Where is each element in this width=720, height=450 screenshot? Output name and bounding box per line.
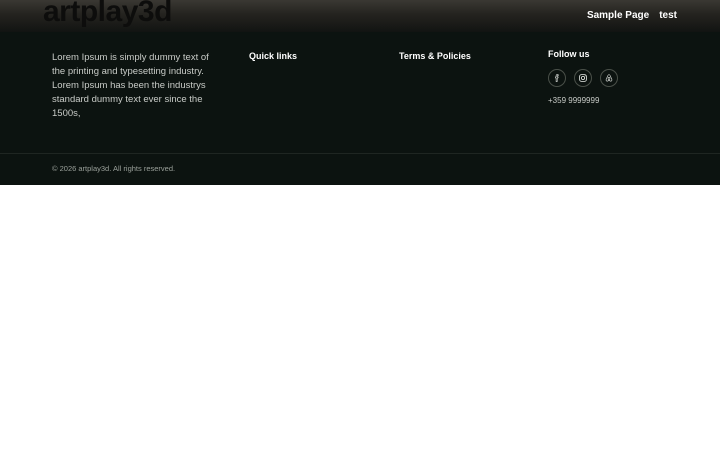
terms-policies-heading: Terms & Policies <box>399 51 471 61</box>
footer-about-text: Lorem Ipsum is simply dummy text of the … <box>52 52 209 119</box>
footer-follow-column: Follow us +359 9999999 <box>548 48 618 106</box>
footer-terms-column: Terms & Policies <box>399 50 471 62</box>
instagram-icon <box>579 74 587 82</box>
site-logo[interactable]: artplay3d <box>43 0 172 28</box>
quick-links-heading: Quick links <box>249 51 298 61</box>
instagram-link[interactable] <box>574 69 592 87</box>
footer-divider <box>0 153 720 154</box>
nav-link-test[interactable]: test <box>659 9 677 23</box>
facebook-link[interactable] <box>548 69 566 87</box>
social-links <box>548 69 618 87</box>
main-nav: Sample Page test <box>587 9 677 23</box>
airbnb-link[interactable] <box>600 69 618 87</box>
follow-us-heading: Follow us <box>548 49 590 59</box>
site-header: artplay3d Sample Page test <box>0 0 720 32</box>
footer-copyright: © 2026 artplay3d. All rights reserved. <box>52 164 176 173</box>
footer-quick-links-column: Quick links <box>249 50 297 62</box>
facebook-icon <box>555 74 559 82</box>
nav-link-sample-page[interactable]: Sample Page <box>587 9 649 23</box>
site-footer: Lorem Ipsum is simply dummy text of the … <box>0 32 720 185</box>
airbnb-icon <box>605 74 613 82</box>
page: artplay3d Sample Page test Lorem Ipsum i… <box>0 0 720 450</box>
footer-about-column: Lorem Ipsum is simply dummy text of the … <box>52 49 222 121</box>
footer-phone[interactable]: +359 9999999 <box>548 96 618 106</box>
